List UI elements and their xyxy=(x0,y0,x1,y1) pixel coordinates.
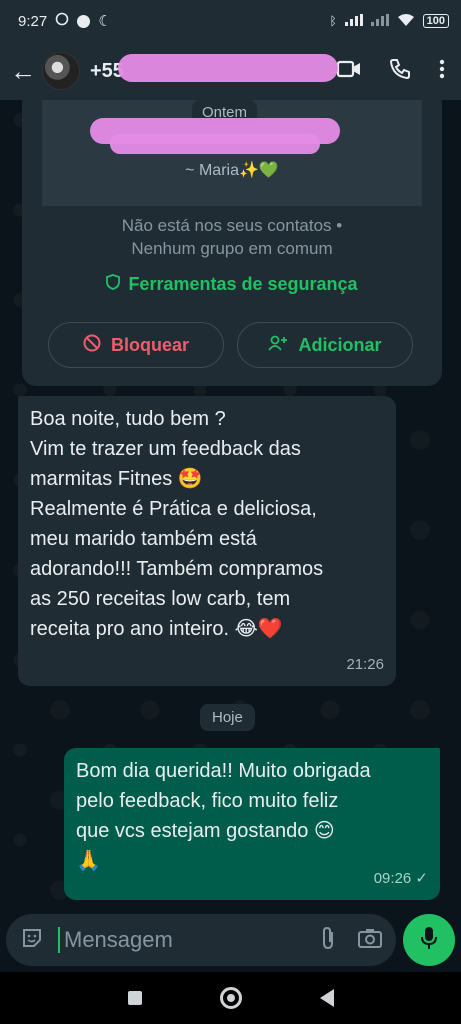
security-tools-link[interactable]: Ferramentas de segurança xyxy=(22,274,442,295)
back-arrow-icon[interactable]: ← xyxy=(10,56,36,87)
recent-apps-icon[interactable] xyxy=(127,991,142,1005)
redaction-mark xyxy=(118,53,338,82)
message-input[interactable] xyxy=(58,927,288,953)
add-contact-label: Adicionar xyxy=(298,334,382,355)
incoming-message[interactable]: Boa noite, tudo bem ? Vim te trazer um f… xyxy=(18,396,396,686)
shield-icon xyxy=(106,274,121,295)
video-call-icon[interactable] xyxy=(336,60,361,83)
chat-header: ← +55 xyxy=(0,42,461,100)
back-triangle-icon[interactable] xyxy=(319,989,334,1007)
security-tools-label: Ferramentas de segurança xyxy=(128,274,358,294)
message-line: adorando!!! Também compramos xyxy=(30,558,324,580)
signal-icon xyxy=(344,13,363,29)
contact-info-card: Ontem ~ Maria✨💚 Não está nos seus contat… xyxy=(22,100,442,386)
date-separator: Hoje xyxy=(200,704,255,731)
message-line: Boa noite, tudo bem ? xyxy=(30,408,226,430)
message-line: pelo feedback, fico muito feliz xyxy=(76,790,339,812)
phone-call-icon[interactable] xyxy=(389,58,411,85)
message-line: que vcs estejam gostando 😊 xyxy=(76,820,335,842)
block-label: Bloquear xyxy=(110,334,189,355)
camera-icon[interactable] xyxy=(358,928,382,953)
notification-dot-icon xyxy=(77,14,91,28)
outgoing-message[interactable]: Bom dia querida!! Muito obrigada pelo fe… xyxy=(64,748,440,900)
battery-icon: 100 xyxy=(422,14,449,28)
whatsapp-notification-icon xyxy=(55,12,69,30)
contact-info-text: Não está nos seus contatos • Nenhum grup… xyxy=(22,214,442,260)
redaction-mark xyxy=(110,134,320,154)
message-timestamp: 09:26 ✓ xyxy=(373,870,428,887)
message-timestamp: 21:26 xyxy=(346,656,384,673)
wifi-icon xyxy=(397,13,415,30)
contact-signature: ~ Maria✨💚 xyxy=(185,162,279,179)
moon-icon: ☾ xyxy=(98,13,112,30)
composer-field[interactable] xyxy=(6,914,396,966)
message-line: Vim te trazer um feedback das xyxy=(30,438,301,460)
add-contact-button[interactable]: Adicionar xyxy=(237,322,413,368)
not-in-contacts-text: Não está nos seus contatos • xyxy=(121,216,343,235)
microphone-icon xyxy=(420,926,438,955)
contact-name[interactable]: +55 xyxy=(90,53,338,83)
message-line: Realmente é Prática e deliciosa, xyxy=(30,498,317,520)
status-time: 9:27 xyxy=(18,12,48,30)
composer-bar xyxy=(0,912,461,972)
bluetooth-icon: ᛒ xyxy=(329,14,337,28)
more-options-icon[interactable] xyxy=(439,59,445,84)
avatar[interactable] xyxy=(42,52,80,90)
message-line: meu marido também está xyxy=(30,528,257,550)
home-icon[interactable] xyxy=(219,987,242,1009)
sticker-icon[interactable] xyxy=(20,926,44,955)
block-icon xyxy=(83,334,101,357)
message-line: Bom dia querida!! Muito obrigada xyxy=(76,760,371,782)
no-common-groups-text: Nenhum grupo em comum xyxy=(131,239,333,258)
system-navigation-bar xyxy=(0,972,461,1024)
chat-area[interactable]: Ontem ~ Maria✨💚 Não está nos seus contat… xyxy=(0,100,461,912)
message-line: receita pro ano inteiro. 😂❤️ xyxy=(30,618,283,640)
signal-2-icon xyxy=(370,13,389,29)
message-line: marmitas Fitnes 🤩 xyxy=(30,468,203,490)
add-person-icon xyxy=(268,335,288,356)
status-bar: 9:27 ☾ ᛒ 100 xyxy=(0,0,461,42)
mic-button[interactable] xyxy=(403,914,455,966)
block-button[interactable]: Bloquear xyxy=(48,322,224,368)
message-line: as 250 receitas low carb, tem xyxy=(30,588,291,610)
attach-icon[interactable] xyxy=(320,926,336,955)
